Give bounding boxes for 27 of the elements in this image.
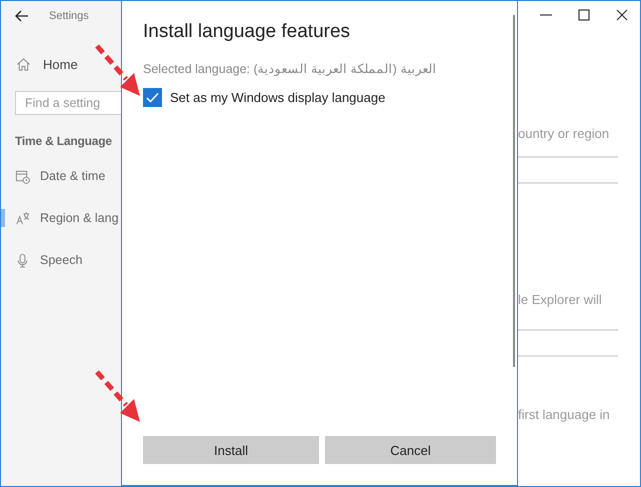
- sidebar-item[interactable]: Speech: [1, 247, 121, 273]
- home-link[interactable]: Home: [1, 51, 121, 77]
- checkbox[interactable]: [143, 88, 162, 107]
- annotation-arrow: [95, 370, 140, 422]
- sidebar-item[interactable]: Date & time: [1, 163, 121, 189]
- scrollbar[interactable]: [513, 15, 515, 367]
- home-icon: [16, 56, 31, 72]
- microphone-icon: [15, 252, 30, 268]
- section-title: Time & Language: [15, 134, 113, 148]
- dialog-title: Install language features: [143, 21, 350, 43]
- language-icon: [15, 210, 30, 226]
- sidebar-item[interactable]: Region & lang: [1, 205, 121, 231]
- selected-language-text: Selected language: العربية (المملكة العربية السعودية): [143, 61, 436, 76]
- calendar-clock-icon: [15, 168, 30, 184]
- setting-text: first language in: [518, 407, 611, 422]
- window-title: Settings: [49, 10, 89, 22]
- checkmark-icon: [146, 91, 159, 104]
- annotation-arrow: [95, 44, 140, 96]
- setting-text: ountry or region: [518, 126, 610, 141]
- search-field[interactable]: Find a setting: [15, 91, 121, 115]
- checkbox-label: Set as my Windows display language: [170, 90, 386, 105]
- maximize-icon[interactable]: [578, 9, 590, 21]
- setting-text: le Explorer will: [518, 292, 603, 307]
- close-icon[interactable]: [616, 9, 628, 21]
- cancel-button[interactable]: Cancel: [325, 436, 496, 464]
- back-arrow-icon[interactable]: [15, 9, 29, 23]
- install-button[interactable]: Install: [143, 436, 319, 464]
